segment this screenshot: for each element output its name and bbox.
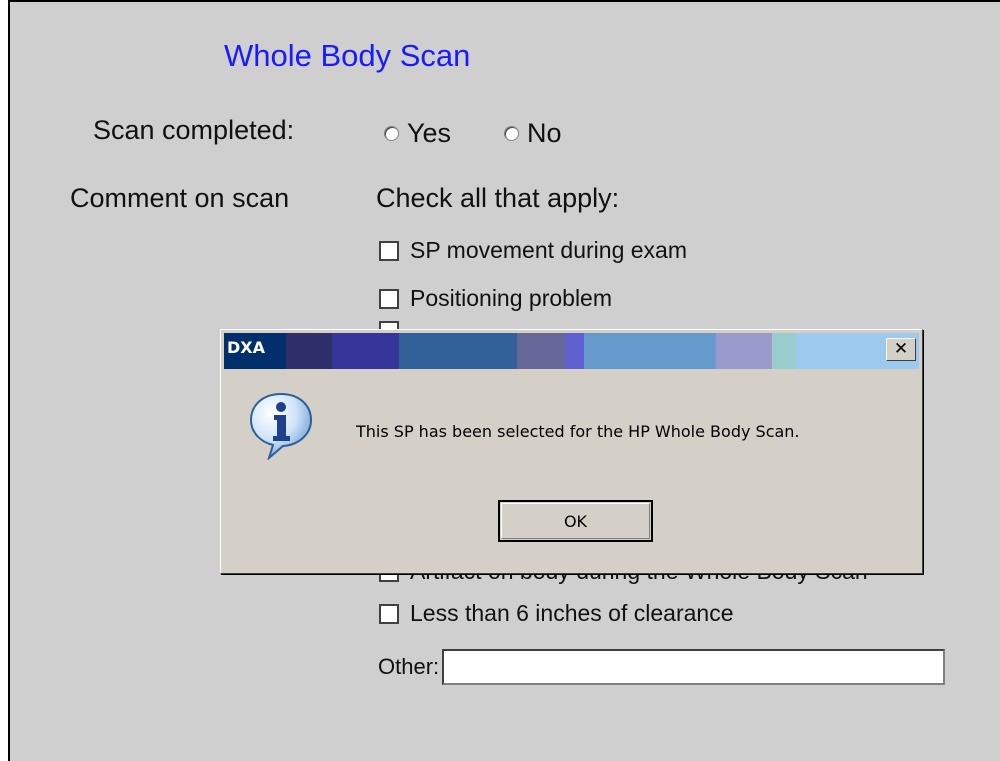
comment-on-scan-label: Comment on scan [70,183,290,213]
dialog-message: This SP has been selected for the HP Who… [356,422,800,441]
dialog-titlebar[interactable] [224,333,920,369]
titlebar-color-segment [331,333,399,369]
check-all-label: Check all that apply: [376,183,620,213]
dxa-dialog: DXA ✕ This SP has been selected for the … [220,329,923,574]
radio-yes-button[interactable] [384,126,399,141]
titlebar-color-segment [516,333,565,369]
titlebar-color-segment [716,333,773,369]
titlebar-color-segment [564,333,585,369]
checkbox-sp-movement[interactable]: SP movement during exam [379,237,687,264]
checkbox-label: Positioning problem [410,285,613,311]
titlebar-color-segment [772,333,797,369]
info-icon [249,392,313,460]
close-icon: ✕ [893,339,909,359]
radio-no-option[interactable]: No [504,118,562,149]
checkbox-label: Less than 6 inches of clearance [410,600,734,626]
checkbox-box[interactable] [379,603,399,624]
checkbox-positioning-problem[interactable]: Positioning problem [379,285,612,312]
ok-button[interactable]: OK [498,500,653,542]
scan-completed-label: Scan completed: [93,115,295,145]
radio-yes-option[interactable]: Yes [384,118,451,149]
titlebar-color-segment [584,333,717,369]
checkbox-box[interactable] [379,240,399,261]
radio-no-label: No [527,118,562,148]
radio-no-button[interactable] [504,126,519,141]
titlebar-color-segment [285,333,332,369]
other-label: Other: [378,654,440,679]
page-title: Whole Body Scan [224,38,471,73]
other-row: Other: [378,649,946,685]
ok-button-label: OK [563,511,588,531]
other-input[interactable] [442,649,946,685]
radio-yes-label: Yes [407,118,452,148]
titlebar-color-segment [398,333,517,369]
checkbox-label: SP movement during exam [410,237,687,263]
close-button[interactable]: ✕ [886,338,916,361]
dialog-title: DXA [227,338,265,357]
checkbox-box[interactable] [379,288,399,309]
checkbox-clearance[interactable]: Less than 6 inches of clearance [379,600,733,627]
